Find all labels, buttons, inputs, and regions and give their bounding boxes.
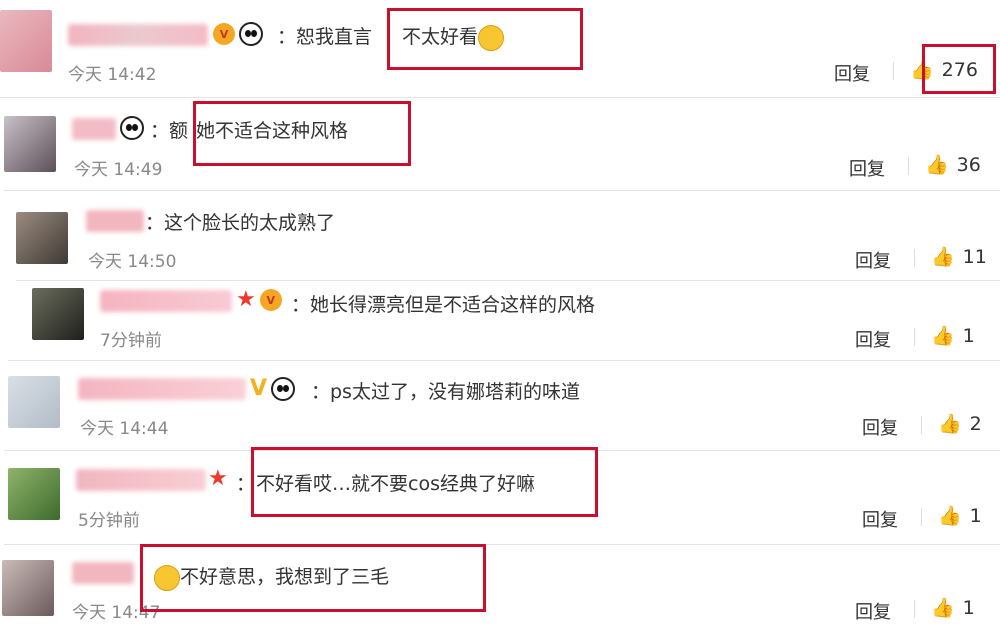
username-blurred[interactable] xyxy=(76,469,206,491)
reply-button[interactable]: 回复 xyxy=(862,414,898,440)
avatar[interactable] xyxy=(2,560,54,616)
like-count: 36 xyxy=(956,153,981,176)
like-count: 2 xyxy=(969,412,982,435)
thumbs-up-icon: 👍 xyxy=(931,246,955,268)
reply-button[interactable]: 回复 xyxy=(834,60,870,86)
vip-badge-icon: V xyxy=(213,23,235,45)
comment-text: ：恕我直言 xyxy=(277,26,373,48)
vip-badge-icon: V xyxy=(259,289,282,311)
reply-button[interactable]: 回复 xyxy=(855,247,891,273)
user-badges: V xyxy=(250,376,296,401)
timestamp: 今天 14:42 xyxy=(68,65,157,85)
user-badges: ★ xyxy=(208,468,228,490)
reply-button[interactable]: 回复 xyxy=(862,506,898,532)
divider xyxy=(914,249,915,267)
divider xyxy=(921,416,922,434)
divider xyxy=(908,157,909,175)
like-count: 1 xyxy=(969,504,982,527)
thumbs-up-icon: 👍 xyxy=(925,154,949,176)
divider xyxy=(921,508,922,526)
timestamp: 今天 14:49 xyxy=(74,160,163,180)
comment-text: ：她长得漂亮但是不适合这样的风格 xyxy=(291,294,596,316)
comment-text: ：这个脸长的太成熟了 xyxy=(145,212,336,234)
thumbs-up-icon: 👍 xyxy=(938,413,962,435)
highlight-box xyxy=(251,447,598,517)
timestamp: 7分钟前 xyxy=(100,331,162,351)
like-count: 1 xyxy=(962,596,975,619)
divider xyxy=(8,360,1000,361)
divider xyxy=(914,328,915,346)
divider xyxy=(4,190,1000,191)
divider xyxy=(914,600,915,618)
avatar[interactable] xyxy=(8,468,60,520)
highlight-box xyxy=(193,101,411,166)
avatar[interactable] xyxy=(8,376,60,428)
user-badges: V xyxy=(213,22,263,46)
star-badge-icon: ★ xyxy=(236,287,256,312)
like-button[interactable]: 👍 36 xyxy=(925,153,981,177)
like-button[interactable]: 👍 2 xyxy=(938,412,982,436)
divider xyxy=(16,280,1000,281)
highlight-box xyxy=(387,8,583,70)
avatar[interactable] xyxy=(16,212,68,264)
panda-badge-icon xyxy=(239,22,263,46)
timestamp: 今天 14:50 xyxy=(88,252,177,272)
panda-badge-icon xyxy=(120,116,144,140)
comment-text: ：额 xyxy=(150,120,189,142)
username-blurred[interactable] xyxy=(86,210,144,232)
like-button[interactable]: 👍 1 xyxy=(938,504,982,528)
reply-button[interactable]: 回复 xyxy=(849,155,885,181)
like-count: 1 xyxy=(962,324,975,347)
username-blurred[interactable] xyxy=(72,118,116,140)
star-badge-icon: ★ xyxy=(208,466,228,491)
divider xyxy=(893,62,894,80)
like-button[interactable]: 👍 1 xyxy=(931,324,975,348)
avatar[interactable] xyxy=(32,288,84,340)
user-badges: ★ V xyxy=(236,289,282,311)
username-blurred[interactable] xyxy=(100,290,232,312)
divider xyxy=(0,97,1000,98)
verified-badge-icon: V xyxy=(250,376,268,401)
like-button[interactable]: 👍 1 xyxy=(931,596,975,620)
username-blurred[interactable] xyxy=(78,378,246,400)
timestamp: 5分钟前 xyxy=(78,511,140,531)
panda-badge-icon xyxy=(271,376,296,401)
reply-button[interactable]: 回复 xyxy=(855,598,891,624)
timestamp: 今天 14:44 xyxy=(80,419,169,439)
username-blurred[interactable] xyxy=(72,562,134,584)
avatar[interactable] xyxy=(4,116,56,172)
thumbs-up-icon: 👍 xyxy=(938,505,962,527)
thumbs-up-icon: 👍 xyxy=(931,597,955,619)
like-button[interactable]: 👍 11 xyxy=(931,245,987,269)
username-blurred[interactable] xyxy=(68,24,208,46)
highlight-box xyxy=(140,544,486,612)
thumbs-up-icon: 👍 xyxy=(931,325,955,347)
comment-text: ：ps太过了，没有娜塔莉的味道 xyxy=(311,381,580,403)
highlight-box xyxy=(922,44,996,94)
like-count: 11 xyxy=(962,245,987,268)
user-badges xyxy=(120,116,144,140)
avatar[interactable] xyxy=(0,10,52,72)
reply-button[interactable]: 回复 xyxy=(855,326,891,352)
